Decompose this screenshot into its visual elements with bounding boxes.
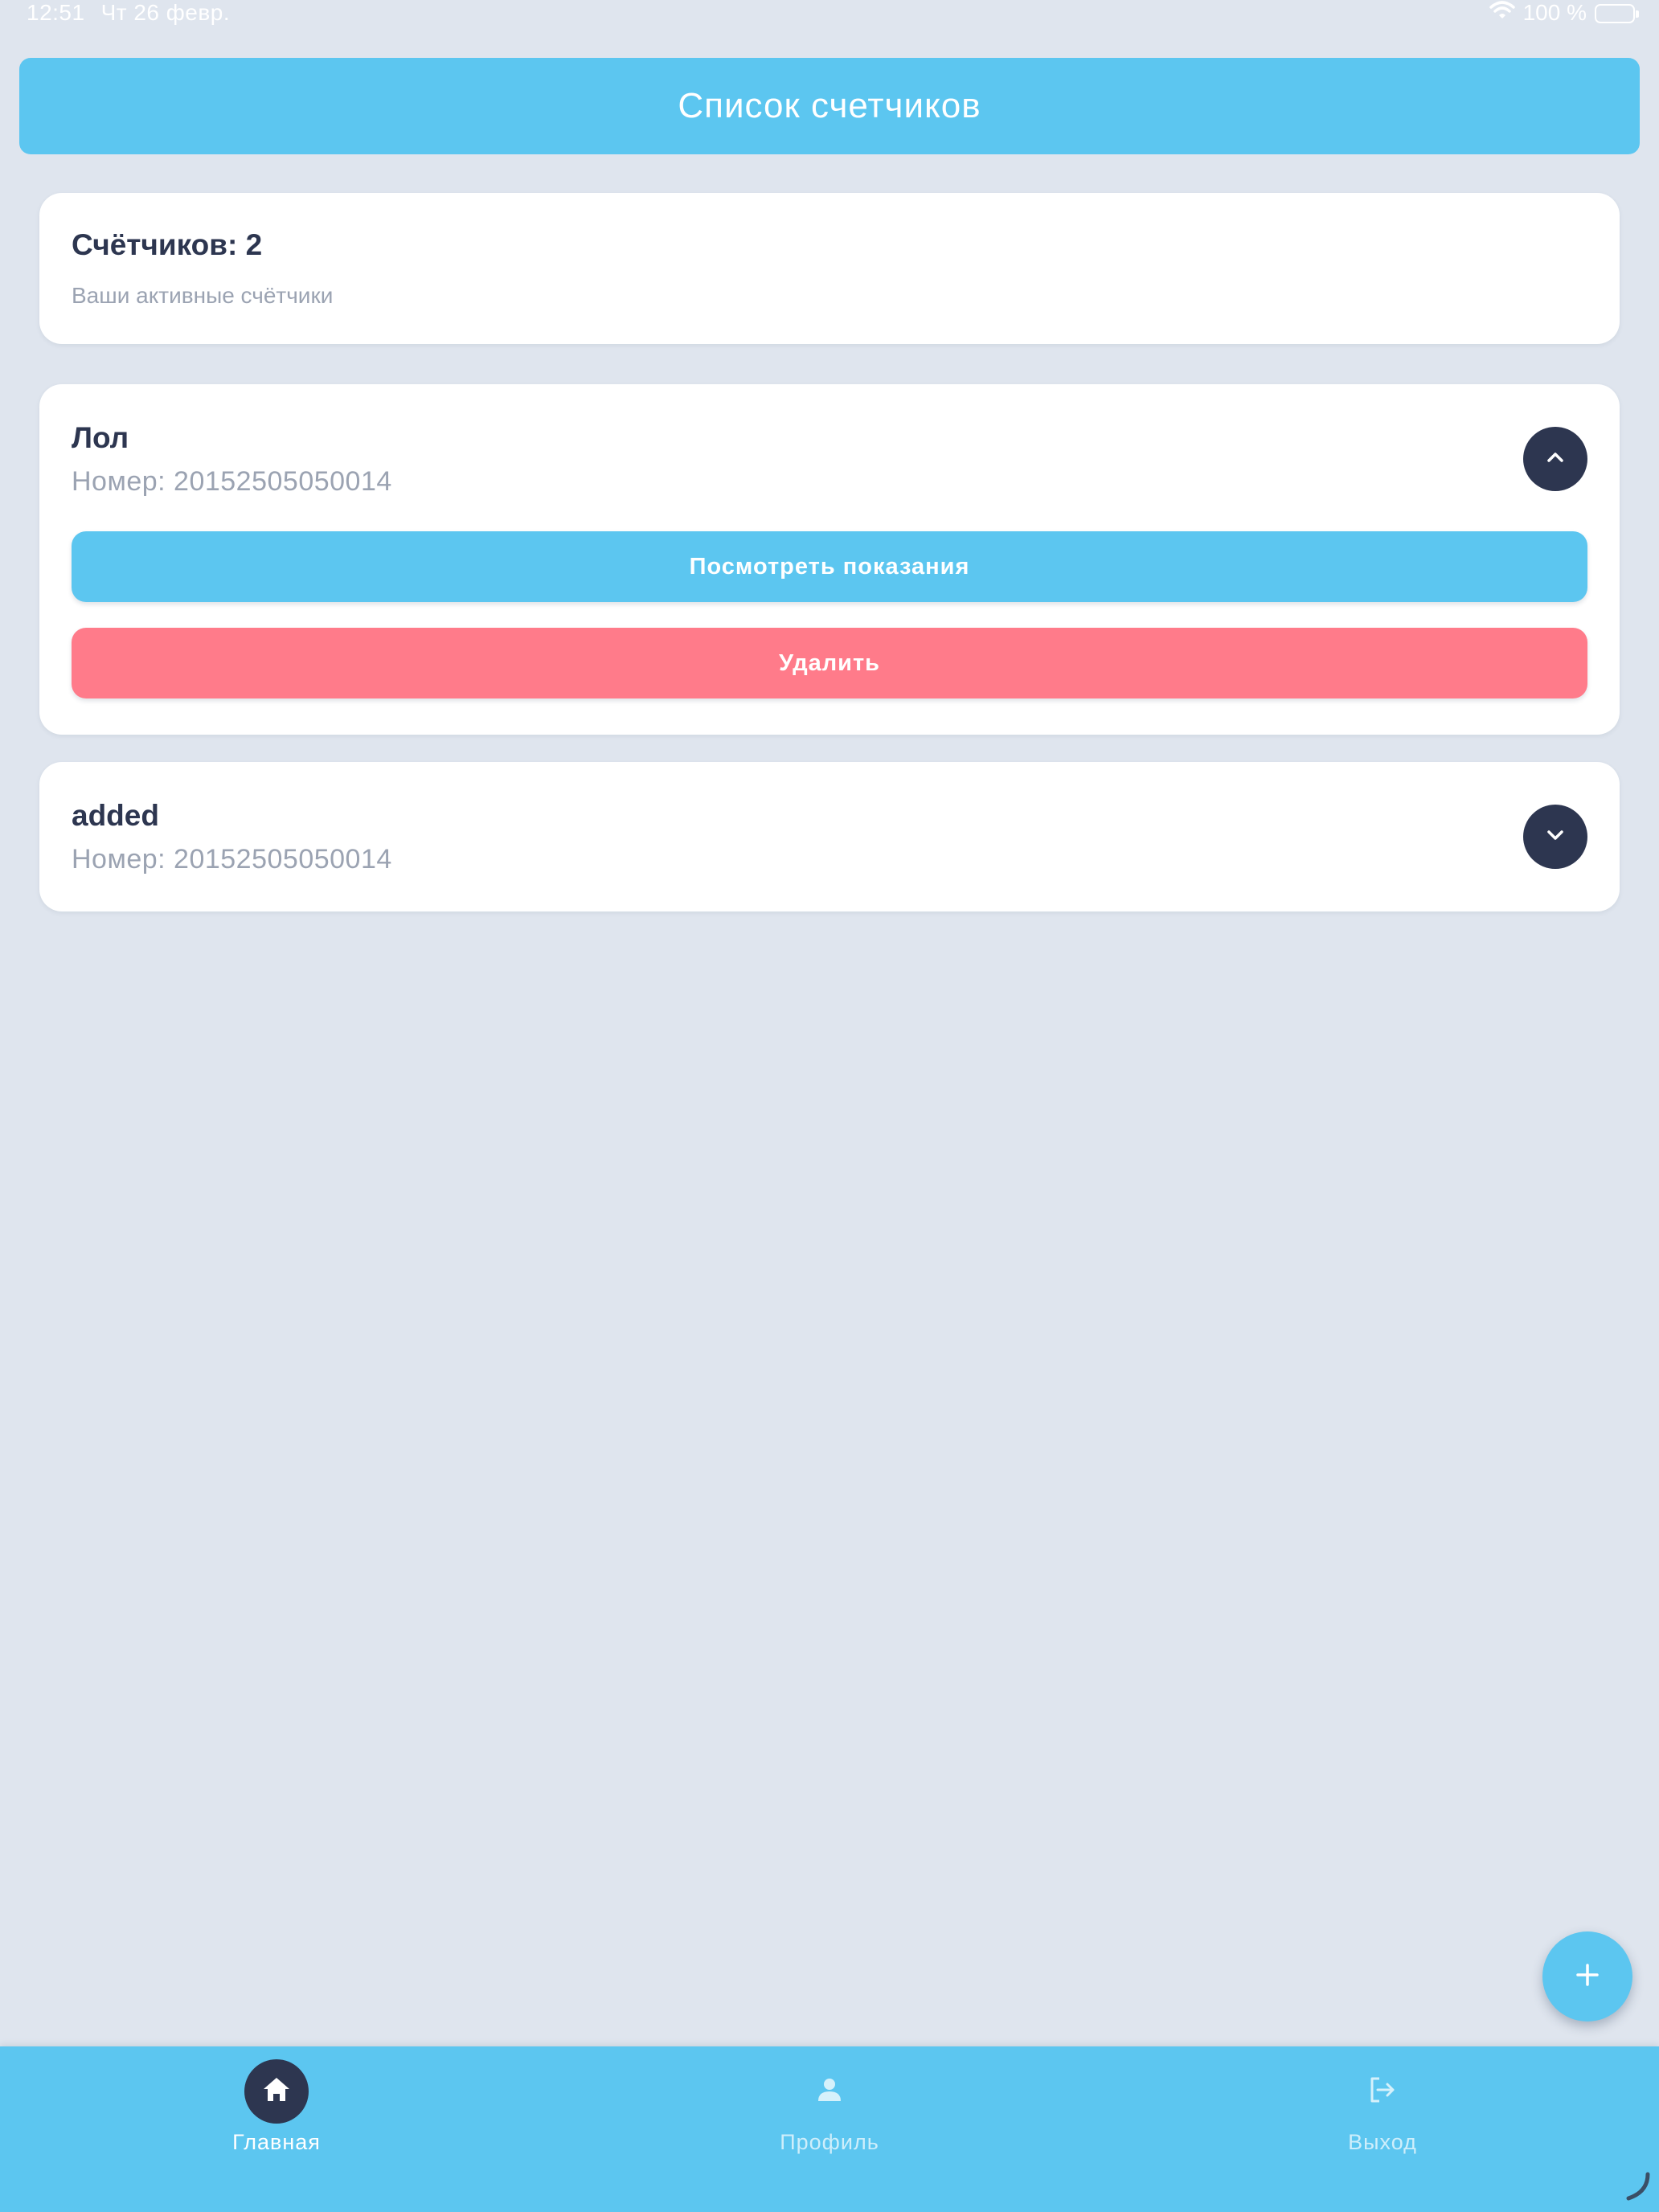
resize-handle-icon (1620, 2169, 1653, 2206)
collapse-button[interactable] (1523, 427, 1587, 491)
person-icon-wrap (797, 2059, 862, 2124)
status-date: Чт 26 февр. (100, 0, 231, 25)
battery-icon (1595, 4, 1639, 23)
status-right: 100 % (1489, 0, 1639, 26)
meter-count-title: Счётчиков: 2 (72, 228, 263, 261)
battery-percent: 100 % (1522, 0, 1587, 25)
add-meter-button[interactable] (1542, 1931, 1632, 2022)
meter-number: Номер: 20152505050014 (72, 844, 392, 875)
meter-card: Лол Номер: 20152505050014 Посмотреть пок… (39, 384, 1620, 735)
logout-icon (1366, 2074, 1399, 2110)
meter-card[interactable]: added Номер: 20152505050014 (39, 762, 1620, 911)
view-readings-button[interactable]: Посмотреть показания (72, 531, 1587, 602)
meter-name: Лол (72, 421, 129, 454)
meter-number: Номер: 20152505050014 (72, 466, 392, 497)
nav-label-home: Главная (232, 2130, 321, 2154)
meter-name: added (72, 799, 159, 832)
expand-button[interactable] (1523, 805, 1587, 869)
bottom-nav: Главная Профиль Выход (0, 2046, 1659, 2212)
home-icon-wrap (244, 2059, 309, 2124)
nav-item-profile[interactable]: Профиль (669, 2046, 990, 2175)
nav-item-logout[interactable]: Выход (1222, 2046, 1543, 2175)
page-title: Список счетчиков (678, 86, 981, 125)
delete-button[interactable]: Удалить (72, 628, 1587, 698)
meter-count-subtitle: Ваши активные счётчики (72, 283, 334, 308)
status-time: 12:51 (27, 0, 85, 25)
chevron-down-icon (1542, 822, 1568, 852)
chevron-up-icon (1542, 444, 1568, 474)
nav-item-home[interactable]: Главная (116, 2046, 437, 2175)
summary-card: Счётчиков: 2 Ваши активные счётчики (39, 193, 1620, 344)
nav-label-logout: Выход (1348, 2130, 1417, 2154)
nav-label-profile: Профиль (780, 2130, 879, 2154)
wifi-icon (1489, 0, 1515, 26)
status-left: 12:51 Чт 26 февр. (27, 0, 230, 26)
status-bar: 12:51 Чт 26 февр. 100 % (0, 0, 1659, 31)
plus-icon (1571, 1959, 1604, 1995)
logout-icon-wrap (1350, 2059, 1415, 2124)
person-icon (815, 2075, 844, 2108)
home-icon (261, 2075, 292, 2108)
page-header: Список счетчиков (19, 58, 1640, 154)
